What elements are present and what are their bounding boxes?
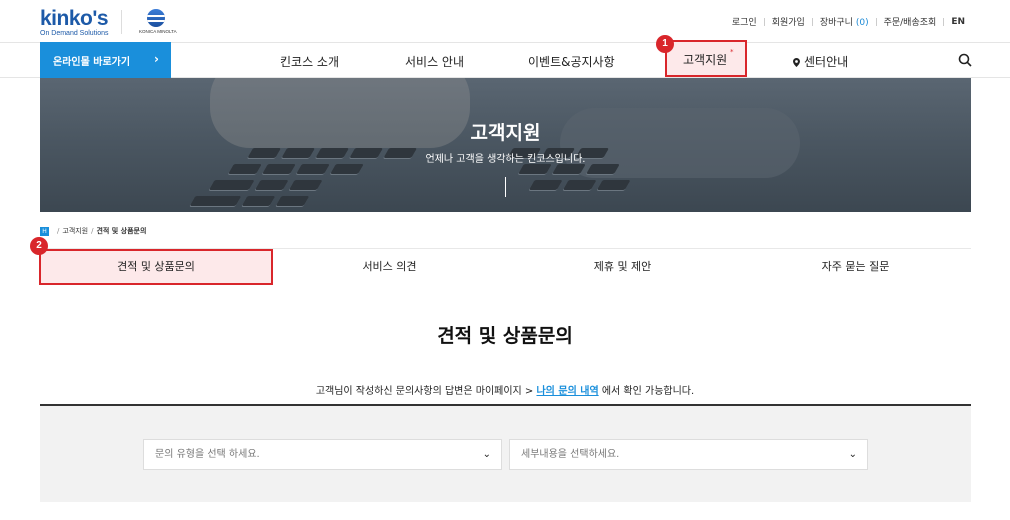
cart-link[interactable]: 장바구니 (0) — [813, 15, 876, 28]
my-inquiries-link[interactable]: 나의 문의 내역 — [536, 386, 598, 397]
logo-text: kinko's — [40, 7, 109, 30]
inquiry-detail-select[interactable]: 세부내용을 선택하세요. ⌄ — [509, 439, 868, 470]
nav-item-centers[interactable]: 센터안내 — [793, 53, 848, 70]
main-nav: 온라인몰 바로가기 › 킨코스 소개 서비스 안내 이벤트&공지사항 고객지원 … — [0, 40, 1010, 78]
tab-service-feedback[interactable]: 서비스 의견 — [273, 249, 506, 285]
nav-item-about[interactable]: 킨코스 소개 — [280, 53, 339, 70]
hero-title: 고객지원 — [470, 122, 541, 144]
konica-minolta-logo: KONICA MINOLTA — [139, 9, 177, 34]
step-badge-2: 2 — [30, 237, 48, 255]
konica-minolta-emblem-icon — [147, 9, 165, 27]
home-icon[interactable]: H — [40, 226, 49, 236]
nav-item-services[interactable]: 서비스 안내 — [405, 53, 464, 70]
breadcrumb-separator: / — [91, 227, 94, 235]
notice-before: 고객님이 작성하신 문의사항의 답변은 마이페이지 > — [315, 386, 537, 397]
location-pin-icon — [793, 58, 800, 67]
top-utility-bar: kinko's On Demand Solutions KONICA MINOL… — [0, 0, 1010, 42]
hero-banner: 고객지원 언제나 고객을 생각하는 킨코스입니다. — [40, 78, 971, 212]
chevron-right-icon: › — [154, 52, 159, 66]
online-mall-button[interactable]: 온라인몰 바로가기 › — [40, 42, 171, 78]
nav-item-events[interactable]: 이벤트&공지사항 — [528, 53, 615, 70]
nav-item-support-label: 고객지원 — [683, 53, 728, 67]
join-link[interactable]: 회원가입 — [765, 15, 812, 28]
tab-partnership[interactable]: 제휴 및 제안 — [506, 249, 739, 285]
tab-faq[interactable]: 자주 묻는 질문 — [739, 249, 972, 285]
breadcrumb-separator: / — [57, 227, 60, 235]
breadcrumb-item-support[interactable]: 고객지원 — [62, 226, 88, 236]
logo-divider — [121, 10, 122, 34]
cart-label: 장바구니 — [819, 18, 853, 28]
inquiry-detail-placeholder: 세부내용을 선택하세요. — [521, 449, 620, 460]
active-marker: * — [730, 48, 734, 56]
nav-item-support[interactable]: 고객지원 * — [665, 40, 747, 77]
tab-quote-inquiry[interactable]: 견적 및 상품문의 — [39, 249, 273, 285]
chevron-down-icon: ⌄ — [848, 449, 857, 460]
step-badge-1: 1 — [656, 35, 674, 53]
logo-subtext: On Demand Solutions — [40, 30, 109, 37]
cart-count: (0) — [855, 18, 869, 28]
notice-after: 에서 확인 가능합니다. — [598, 386, 695, 397]
orders-link[interactable]: 주문/배송조회 — [877, 15, 944, 28]
breadcrumb: H / 고객지원 / 견적 및 상품문의 — [40, 226, 146, 236]
login-link[interactable]: 로그인 — [725, 15, 764, 28]
inquiry-type-select[interactable]: 문의 유형을 선택 하세요. ⌄ — [143, 439, 502, 470]
online-mall-label: 온라인몰 바로가기 — [53, 56, 131, 68]
chevron-down-icon: ⌄ — [482, 449, 491, 460]
nav-item-centers-label: 센터안내 — [804, 55, 849, 69]
notice-text: 고객님이 작성하신 문의사항의 답변은 마이페이지 > 나의 문의 내역 에서 … — [0, 382, 1010, 397]
hero-subtitle: 언제나 고객을 생각하는 킨코스입니다. — [425, 154, 586, 165]
partner-text: KONICA MINOLTA — [139, 29, 177, 34]
inquiry-type-placeholder: 문의 유형을 선택 하세요. — [155, 449, 260, 460]
utility-links: 로그인 회원가입 장바구니 (0) 주문/배송조회 EN — [725, 15, 972, 29]
breadcrumb-item-current: 견적 및 상품문의 — [96, 227, 147, 235]
page-title: 견적 및 상품문의 — [437, 325, 573, 347]
search-icon[interactable] — [958, 53, 972, 67]
lang-en-link[interactable]: EN — [944, 17, 972, 27]
hero-divider — [505, 177, 506, 197]
kinkos-logo[interactable]: kinko's On Demand Solutions — [40, 7, 109, 37]
